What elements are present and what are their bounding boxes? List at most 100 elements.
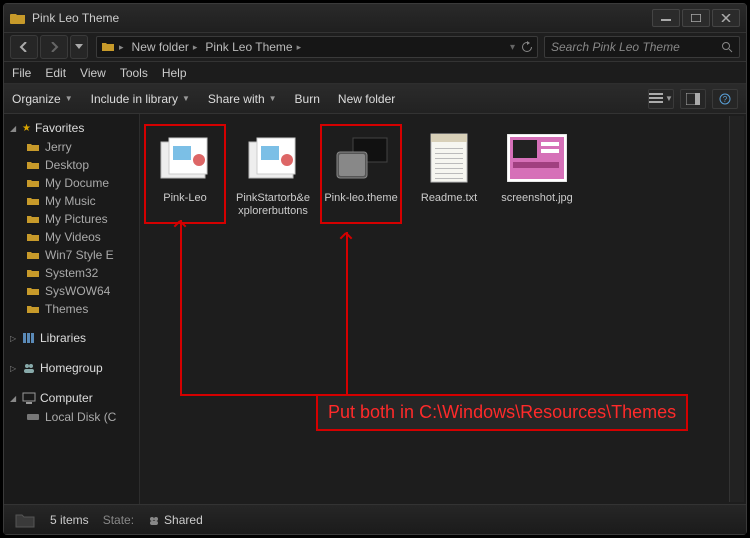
chevron-right-icon: ▸ <box>193 42 198 53</box>
folder-icon <box>26 141 40 153</box>
libraries-icon <box>22 332 36 344</box>
file-label: Pink-leo.theme <box>324 192 397 205</box>
include-library-label: Include in library <box>91 92 178 106</box>
items-container: Pink-LeoPinkStartorb&explorerbuttons Pink… <box>140 114 746 234</box>
sidebar-item-label: Local Disk (C <box>45 410 116 424</box>
folder-icon <box>26 231 40 243</box>
breadcrumb-item[interactable]: New folder▸ <box>128 40 202 54</box>
sidebar-item[interactable]: Jerry <box>4 138 139 156</box>
sidebar-computer-header[interactable]: ◢Computer <box>4 388 139 408</box>
state-value-wrap: Shared <box>148 513 203 527</box>
search-input[interactable]: Search Pink Leo Theme <box>544 36 740 58</box>
sidebar-item[interactable]: SysWOW64 <box>4 282 139 300</box>
shared-icon <box>148 514 160 526</box>
sidebar-item-local-disk[interactable]: Local Disk (C <box>4 408 139 426</box>
forward-button[interactable] <box>40 35 68 59</box>
menu-help[interactable]: Help <box>162 66 187 80</box>
search-placeholder: Search Pink Leo Theme <box>551 40 721 54</box>
titlebar: Pink Leo Theme <box>4 4 746 32</box>
sidebar-libraries-header[interactable]: ▷Libraries <box>4 328 139 348</box>
sidebar-libraries: ▷Libraries <box>4 328 139 348</box>
window-title: Pink Leo Theme <box>32 11 652 25</box>
sidebar-item[interactable]: System32 <box>4 264 139 282</box>
sidebar-item[interactable]: My Pictures <box>4 210 139 228</box>
nav-row: ▸ New folder▸ Pink Leo Theme▸ ▾ Search P… <box>4 32 746 62</box>
search-icon <box>721 41 733 53</box>
burn-label: Burn <box>295 92 320 106</box>
file-item[interactable]: screenshot.jpg <box>496 124 578 224</box>
view-mode-button[interactable]: ▼ <box>648 89 674 109</box>
chevron-down-icon: ▼ <box>65 94 73 103</box>
include-library-button[interactable]: Include in library ▼ <box>91 92 190 106</box>
annotation-line <box>180 220 182 395</box>
burn-button[interactable]: Burn <box>295 92 320 106</box>
address-bar[interactable]: ▸ New folder▸ Pink Leo Theme▸ ▾ <box>96 36 538 58</box>
chevron-right-icon: ▸ <box>297 42 302 53</box>
maximize-button[interactable] <box>682 9 710 27</box>
chevron-right-icon: ▸ <box>119 42 124 53</box>
toolbar: Organize▼ Include in library ▼ Share with… <box>4 84 746 114</box>
chevron-down-icon: ▼ <box>665 94 673 103</box>
folder-icon <box>26 303 40 315</box>
state-label: State: <box>103 513 134 527</box>
file-item[interactable]: Pink-leo.theme <box>320 124 402 224</box>
folder-icon <box>14 509 36 531</box>
folder-icon <box>10 11 26 25</box>
history-dropdown-button[interactable] <box>70 35 88 59</box>
menu-view[interactable]: View <box>80 66 106 80</box>
star-icon: ★ <box>22 123 31 134</box>
organize-button[interactable]: Organize▼ <box>12 92 73 106</box>
back-button[interactable] <box>10 35 38 59</box>
toolbar-right: ▼ ? <box>648 89 738 109</box>
sidebar-header-label: Homegroup <box>40 361 103 375</box>
share-with-label: Share with <box>208 92 265 106</box>
sidebar-item[interactable]: Win7 Style E <box>4 246 139 264</box>
folder-icon <box>26 159 40 171</box>
file-item[interactable]: Readme.txt <box>408 124 490 224</box>
share-with-button[interactable]: Share with▼ <box>208 92 277 106</box>
sidebar-item[interactable]: Themes <box>4 300 139 318</box>
item-count: 5 items <box>50 513 89 527</box>
sidebar-item-label: My Docume <box>45 176 109 190</box>
help-button[interactable]: ? <box>712 89 738 109</box>
file-thumbnail <box>153 130 217 186</box>
breadcrumb-root[interactable]: ▸ <box>115 42 128 53</box>
menu-file[interactable]: File <box>12 66 31 80</box>
sidebar: ◢★Favorites JerryDesktopMy DocumeMy Musi… <box>4 114 140 504</box>
collapse-icon: ◢ <box>10 124 18 133</box>
sidebar-item-label: My Music <box>45 194 96 208</box>
sidebar-homegroup-header[interactable]: ▷Homegroup <box>4 358 139 378</box>
sidebar-item[interactable]: Desktop <box>4 156 139 174</box>
sidebar-item[interactable]: My Docume <box>4 174 139 192</box>
preview-pane-button[interactable] <box>680 89 706 109</box>
chevron-down-icon: ▼ <box>182 94 190 103</box>
file-thumbnail <box>417 130 481 186</box>
new-folder-button[interactable]: New folder <box>338 92 395 106</box>
file-thumbnail <box>241 130 305 186</box>
address-bar-actions: ▾ <box>510 41 533 53</box>
dropdown-icon[interactable]: ▾ <box>510 42 515 53</box>
sidebar-item[interactable]: My Videos <box>4 228 139 246</box>
breadcrumb-item[interactable]: Pink Leo Theme▸ <box>201 40 305 54</box>
close-button[interactable] <box>712 9 740 27</box>
menubar: File Edit View Tools Help <box>4 62 746 84</box>
new-folder-label: New folder <box>338 92 395 106</box>
sidebar-item[interactable]: My Music <box>4 192 139 210</box>
minimize-button[interactable] <box>652 9 680 27</box>
disk-icon <box>26 411 40 423</box>
computer-icon <box>22 392 36 404</box>
scrollbar[interactable] <box>729 116 744 502</box>
menu-tools[interactable]: Tools <box>120 66 148 80</box>
sidebar-favorites-header[interactable]: ◢★Favorites <box>4 118 139 138</box>
content-pane[interactable]: Pink-LeoPinkStartorb&explorerbuttons Pink… <box>140 114 746 504</box>
folder-icon <box>26 177 40 189</box>
collapse-icon: ◢ <box>10 394 18 403</box>
file-item[interactable]: Pink-Leo <box>144 124 226 224</box>
annotation-line <box>346 232 348 395</box>
sidebar-item-label: Themes <box>45 302 88 316</box>
file-item[interactable]: PinkStartorb&explorerbuttons <box>232 124 314 224</box>
expand-icon: ▷ <box>10 334 18 343</box>
refresh-icon[interactable] <box>521 41 533 53</box>
menu-edit[interactable]: Edit <box>45 66 66 80</box>
sidebar-favorites: ◢★Favorites JerryDesktopMy DocumeMy Musi… <box>4 118 139 318</box>
